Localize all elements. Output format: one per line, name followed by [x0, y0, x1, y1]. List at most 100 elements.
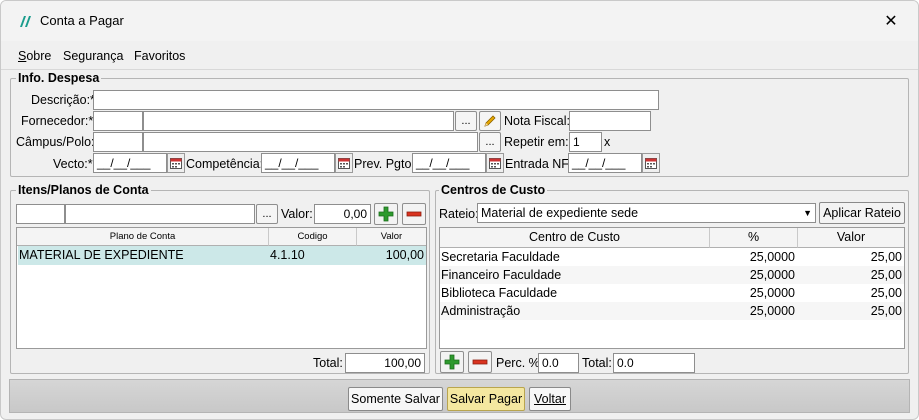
table-row[interactable]: Biblioteca Faculdade 25,0000 25,00 — [440, 284, 904, 302]
fornecedor-lookup-button[interactable]: ... — [455, 111, 477, 131]
centro-cell: Administração — [441, 304, 521, 318]
itens-total-input: 100,00 — [345, 353, 425, 373]
column-header-valor[interactable]: Valor — [357, 228, 426, 246]
campus-name-input[interactable] — [143, 132, 478, 152]
nota-fiscal-label: Nota Fiscal: — [504, 114, 570, 128]
close-button[interactable]: ✕ — [878, 9, 904, 33]
plano-name-input[interactable] — [65, 204, 255, 224]
menu-sobre[interactable]: Sobre — [18, 49, 51, 63]
perc-cell: 25,0000 — [749, 250, 795, 264]
conta-a-pagar-window: Conta a Pagar ✕ Sobre Segurança Favorito… — [0, 0, 919, 420]
perc-input[interactable]: 0.0 — [538, 353, 579, 373]
calendar-icon — [489, 157, 501, 169]
fornecedor-edit-button[interactable] — [479, 111, 501, 131]
valor-cell: 25,00 — [870, 268, 902, 282]
plus-icon — [444, 354, 460, 370]
competencia-input[interactable]: __/__/___ — [261, 153, 335, 173]
table-row[interactable]: Administração 25,0000 25,00 — [440, 302, 904, 320]
title-bar: Conta a Pagar ✕ — [1, 1, 918, 41]
centros-total-label: Total: — [582, 356, 612, 370]
plus-icon — [378, 206, 394, 222]
valor-cell: 25,00 — [870, 304, 902, 318]
add-item-button[interactable] — [374, 203, 398, 225]
menu-favoritos[interactable]: Favoritos — [134, 49, 185, 63]
competencia-calendar-button[interactable] — [335, 153, 353, 173]
valor-cell: 25,00 — [870, 250, 902, 264]
fornecedor-name-input[interactable] — [143, 111, 454, 131]
centros-total-input: 0.0 — [613, 353, 695, 373]
plano-lookup-button[interactable]: ... — [256, 204, 278, 224]
rateio-label: Rateio: — [439, 207, 479, 221]
nota-fiscal-input[interactable] — [569, 111, 651, 131]
pencil-icon — [484, 115, 496, 127]
calendar-icon — [170, 157, 182, 169]
app-logo-icon — [20, 16, 31, 27]
repetir-input[interactable]: 1 — [569, 132, 602, 152]
perc-cell: 25,0000 — [749, 286, 795, 300]
column-header-centro-valor[interactable]: Valor — [798, 228, 904, 248]
itens-total-label: Total: — [313, 356, 343, 370]
entrada-nf-input[interactable]: __/__/___ — [568, 153, 642, 173]
remove-centro-button[interactable] — [468, 351, 492, 373]
centro-cell: Secretaria Faculdade — [441, 250, 560, 264]
menu-bar: Sobre Segurança Favoritos — [1, 42, 918, 70]
entrada-nf-calendar-button[interactable] — [642, 153, 660, 173]
descricao-label: Descrição:* — [31, 93, 95, 107]
vecto-input[interactable]: __/__/___ — [93, 153, 167, 173]
aplicar-rateio-button[interactable]: Aplicar Rateio — [819, 202, 905, 224]
table-row[interactable]: Financeiro Faculdade 25,0000 25,00 — [440, 266, 904, 284]
dropdown-arrow-icon: ▼ — [803, 208, 812, 218]
campus-label: Câmpus/Polo: — [16, 135, 95, 149]
campus-code-input[interactable] — [93, 132, 143, 152]
rateio-selected-value: Material de expediente sede — [481, 206, 639, 220]
column-header-plano[interactable]: Plano de Conta — [17, 228, 269, 246]
rateio-select[interactable]: Material de expediente sede ▼ — [477, 203, 816, 223]
perc-cell: 25,0000 — [749, 268, 795, 282]
table-row[interactable]: MATERIAL DE EXPEDIENTE 4.1.10 100,00 — [18, 246, 426, 265]
column-header-codigo[interactable]: Codigo — [269, 228, 357, 246]
salvar-pagar-button[interactable]: Salvar Pagar — [447, 387, 525, 411]
prev-pgto-input[interactable]: __/__/___ — [412, 153, 486, 173]
centro-cell: Financeiro Faculdade — [441, 268, 562, 282]
valor-input[interactable]: 0,00 — [314, 204, 371, 224]
competencia-label: Competência: — [186, 157, 264, 171]
vecto-calendar-button[interactable] — [167, 153, 185, 173]
campus-lookup-button[interactable]: ... — [479, 132, 501, 152]
centro-cell: Biblioteca Faculdade — [441, 286, 558, 300]
repetir-label: Repetir em: — [504, 135, 569, 149]
add-centro-button[interactable] — [440, 351, 464, 373]
perc-label: Perc. %: — [496, 356, 544, 370]
minus-icon — [406, 211, 422, 217]
fornecedor-label: Fornecedor:* — [21, 114, 94, 128]
entrada-nf-label: Entrada NF: — [505, 157, 573, 171]
valor-cell: 100,00 — [385, 248, 424, 262]
vecto-label: Vecto:* — [53, 157, 93, 171]
plano-code-input[interactable] — [16, 204, 65, 224]
fornecedor-code-input[interactable] — [93, 111, 143, 131]
centros-table[interactable]: Centro de Custo % Valor Secretaria Facul… — [439, 227, 905, 349]
valor-cell: 25,00 — [870, 286, 902, 300]
perc-cell: 25,0000 — [749, 304, 795, 318]
calendar-icon — [338, 157, 350, 169]
repetir-suffix: x — [604, 135, 611, 149]
remove-item-button[interactable] — [402, 203, 426, 225]
descricao-input[interactable] — [93, 90, 659, 110]
voltar-button[interactable]: Voltar — [529, 387, 571, 411]
info-despesa-legend: Info. Despesa — [16, 71, 102, 85]
close-icon: ✕ — [884, 13, 898, 30]
itens-legend: Itens/Planos de Conta — [16, 183, 151, 197]
minus-icon — [472, 359, 488, 365]
footer-bar: Somente Salvar Salvar Pagar Voltar — [9, 379, 910, 413]
codigo-cell: 4.1.10 — [270, 248, 305, 262]
window-title: Conta a Pagar — [40, 13, 124, 28]
column-header-centro[interactable]: Centro de Custo — [440, 228, 710, 248]
table-row[interactable]: Secretaria Faculdade 25,0000 25,00 — [440, 248, 904, 266]
column-header-perc[interactable]: % — [710, 228, 798, 248]
somente-salvar-button[interactable]: Somente Salvar — [348, 387, 443, 411]
valor-label: Valor: — [281, 207, 313, 221]
plano-cell: MATERIAL DE EXPEDIENTE — [19, 248, 184, 262]
centros-legend: Centros de Custo — [439, 183, 548, 197]
itens-table[interactable]: Plano de Conta Codigo Valor MATERIAL DE … — [16, 227, 427, 349]
menu-seguranca[interactable]: Segurança — [63, 49, 123, 63]
prev-pgto-calendar-button[interactable] — [486, 153, 504, 173]
